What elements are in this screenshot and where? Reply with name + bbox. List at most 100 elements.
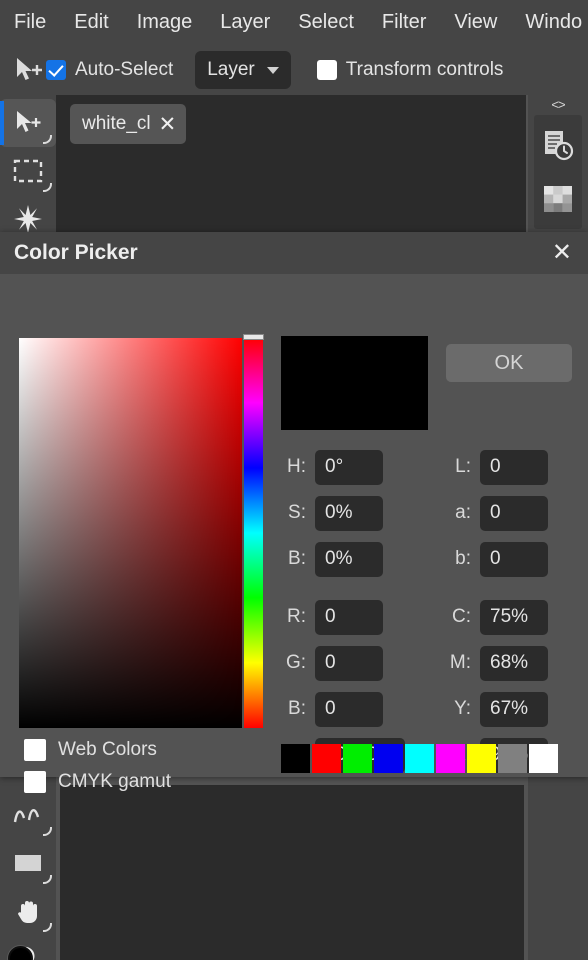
menu-item-select[interactable]: Select [298,0,354,45]
blue-label: B: [288,698,306,719]
menu-item-layer[interactable]: Layer [220,0,270,45]
red-field-row: R: 0 [281,594,405,640]
lab-l-field[interactable]: 0 [480,449,548,485]
web-colors-row: Web Colors [24,734,171,766]
yellow-field-row: Y: 67% [446,686,548,732]
history-panel-button[interactable] [536,123,580,167]
menu-item-image[interactable]: Image [137,0,193,45]
swatch-red[interactable] [312,744,341,773]
cmyk-gamut-row: CMYK gamut [24,766,171,798]
hue-field[interactable]: 0° [315,449,383,485]
swatch-black[interactable] [281,744,310,773]
menu-item-view[interactable]: View [454,0,497,45]
transform-controls-label: Transform controls [345,59,504,80]
swatch-white[interactable] [529,744,558,773]
close-icon[interactable]: ✕ [552,241,572,265]
swatch-yellow[interactable] [467,744,496,773]
transform-controls-checkbox[interactable] [316,60,337,80]
cyan-field-row: C: 75% [446,594,548,640]
menu-item-file[interactable]: File [14,0,46,45]
red-label: R: [287,606,306,627]
chevron-down-icon [266,66,279,74]
blue-field[interactable]: 0 [315,691,383,727]
magenta-field[interactable]: 68% [480,645,548,681]
options-bar: Auto-Select Layer Transform controls [0,45,588,95]
hue-label: H: [287,456,306,477]
green-label: G: [285,652,306,673]
history-clock-icon [545,131,574,161]
document-tab-strip: white_cl ✕ [56,95,526,235]
swatch-green[interactable] [343,744,372,773]
menu-bar: File Edit Image Layer Select Filter View… [0,0,588,45]
red-field[interactable]: 0 [315,599,383,635]
ok-button[interactable]: OK [446,344,572,382]
saturation-field[interactable]: 0% [315,495,383,531]
yellow-label: Y: [454,698,471,719]
blue-field-row: B: 0 [281,686,405,732]
lab-b-field[interactable]: 0 [480,541,548,577]
menu-item-window[interactable]: Windo [525,0,582,45]
web-colors-label: Web Colors [58,739,157,760]
move-tool[interactable] [0,99,56,147]
tool-flyout-indicator [43,827,52,836]
auto-select-checkbox[interactable] [46,60,66,80]
canvas-document [60,785,524,960]
shape-tool[interactable] [0,791,56,839]
lab-a-field[interactable]: 0 [480,495,548,531]
yellow-field[interactable]: 67% [480,691,548,727]
sparkle-icon [14,205,42,233]
document-tab[interactable]: white_cl ✕ [70,104,187,144]
hue-slider[interactable] [244,338,263,728]
brightness-label: B: [288,548,306,569]
panel-collapse-handle[interactable]: <> [528,95,588,113]
green-field[interactable]: 0 [315,645,383,681]
dialog-body: OK H: 0° S: 0% B: 0% R: 0 G: 0 B: 0 L: 0… [0,274,588,960]
saturation-field-row: S: 0% [281,490,405,536]
lab-a-field-row: a: 0 [446,490,548,536]
hand-tool[interactable] [0,887,56,935]
scope-select-value: Layer [207,59,255,80]
menu-item-filter[interactable]: Filter [382,0,426,45]
hue-field-row: H: 0° [281,444,405,490]
preset-swatches [281,744,558,773]
magenta-label: M: [449,652,471,673]
lab-b-field-row: b: 0 [446,536,548,582]
tool-flyout-indicator [43,923,52,932]
lab-l-label: L: [455,456,471,477]
swatch-cyan[interactable] [405,744,434,773]
hue-slider-handle[interactable] [243,334,264,340]
tool-flyout-indicator [43,135,52,144]
hand-icon [18,901,37,923]
photoshop-window: File Edit Image Layer Select Filter View… [0,0,588,960]
lab-l-field-row: L: 0 [446,444,548,490]
rectangle-tool[interactable] [0,839,56,887]
swatch-blue[interactable] [374,744,403,773]
swatches-grid-icon [544,186,572,212]
dialog-title-bar: Color Picker ✕ [0,232,588,274]
swatch-magenta[interactable] [436,744,465,773]
cyan-field[interactable]: 75% [480,599,548,635]
color-picker-dialog: Color Picker ✕ OK H: 0° S: 0% B: 0% R: 0… [0,232,588,960]
panel-button-group [534,115,582,229]
document-tab-label: white_cl [82,113,151,134]
dialog-options: Web Colors CMYK gamut [24,734,171,798]
brightness-field[interactable]: 0% [315,541,383,577]
tool-flyout-indicator [43,875,52,884]
magenta-field-row: M: 68% [446,640,548,686]
green-field-row: G: 0 [281,640,405,686]
swatches-panel-button[interactable] [536,177,580,221]
web-colors-checkbox[interactable] [24,739,46,761]
close-icon[interactable]: ✕ [159,114,177,135]
saturation-brightness-field[interactable] [19,338,242,728]
saturation-label: S: [288,502,306,523]
scope-select[interactable]: Layer [195,51,291,89]
swatch-gray[interactable] [498,744,527,773]
menu-item-edit[interactable]: Edit [74,0,108,45]
hsb-rgb-column: H: 0° S: 0% B: 0% R: 0 G: 0 B: 0 [281,444,405,778]
rectangular-marquee-tool[interactable] [0,147,56,195]
lab-b-label: b: [455,548,471,569]
cmyk-gamut-label: CMYK gamut [58,771,171,792]
cmyk-gamut-checkbox[interactable] [24,771,46,793]
rectangle-icon [15,855,41,871]
marquee-dashed-icon [13,159,43,183]
